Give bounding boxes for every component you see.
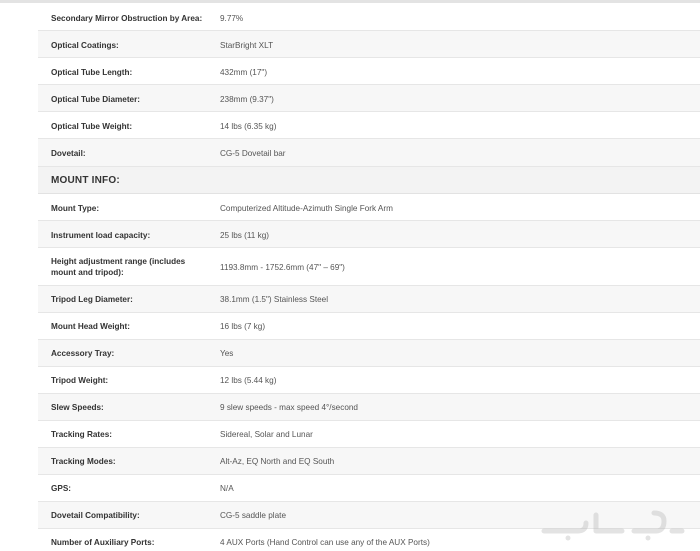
spec-row: Instrument load capacity: 25 lbs (11 kg) <box>38 221 700 248</box>
spec-label: Mount Head Weight: <box>51 322 130 331</box>
spec-row: Slew Speeds: 9 slew speeds - max speed 4… <box>38 394 700 421</box>
spec-row: Secondary Mirror Obstruction by Area: 9.… <box>38 3 700 31</box>
section-title: MOUNT INFO: <box>51 175 120 186</box>
haraj-watermark-logo <box>541 510 685 541</box>
spec-value: 238mm (9.37") <box>220 95 274 104</box>
spec-value: 25 lbs (11 kg) <box>220 231 269 240</box>
spec-label: Secondary Mirror Obstruction by Area: <box>51 14 203 23</box>
spec-row: Optical Tube Length: 432mm (17") <box>38 58 700 85</box>
spec-table-page: Secondary Mirror Obstruction by Area: 9.… <box>0 0 700 551</box>
spec-row: GPS: N/A <box>38 475 700 502</box>
spec-value: 1193.8mm - 1752.6mm (47" – 69") <box>220 263 345 272</box>
spec-value: 4 AUX Ports (Hand Control can use any of… <box>220 538 430 547</box>
spec-label: Mount Type: <box>51 204 100 213</box>
spec-value: Sidereal, Solar and Lunar <box>220 430 313 439</box>
spec-row: Mount Type: Computerized Altitude-Azimut… <box>38 194 700 221</box>
spec-label: Tripod Leg Diameter: <box>51 295 133 304</box>
section-header-mount-info: MOUNT INFO: <box>38 167 700 194</box>
spec-value: 9.77% <box>220 14 244 23</box>
spec-value: 16 lbs (7 kg) <box>220 322 266 331</box>
spec-label: Slew Speeds: <box>51 403 104 412</box>
spec-row: Tripod Leg Diameter: 38.1mm (1.5") Stain… <box>38 286 700 313</box>
spec-value: 432mm (17") <box>220 68 268 77</box>
spec-value: Computerized Altitude-Azimuth Single For… <box>220 204 393 213</box>
spec-row: Accessory Tray: Yes <box>38 340 700 367</box>
spec-label: Optical Tube Length: <box>51 68 133 77</box>
spec-row: Height adjustment range (includes mount … <box>38 248 700 286</box>
spec-row: Optical Coatings: StarBright XLT <box>38 31 700 58</box>
spec-label: Tracking Rates: <box>51 430 112 439</box>
spec-label: Optical Tube Diameter: <box>51 95 141 104</box>
spec-label: Dovetail Compatibility: <box>51 511 140 520</box>
spec-value: Alt-Az, EQ North and EQ South <box>220 457 335 466</box>
spec-row: Tripod Weight: 12 lbs (5.44 kg) <box>38 367 700 394</box>
spec-row: Tracking Modes: Alt-Az, EQ North and EQ … <box>38 448 700 475</box>
spec-label: Tripod Weight: <box>51 376 109 385</box>
spec-label: Optical Tube Weight: <box>51 122 133 131</box>
spec-row: Tracking Rates: Sidereal, Solar and Luna… <box>38 421 700 448</box>
spec-label: GPS: <box>51 484 72 493</box>
spec-row: Optical Tube Diameter: 238mm (9.37") <box>38 85 700 112</box>
spec-value: Yes <box>220 349 234 358</box>
spec-value: N/A <box>220 484 234 493</box>
spec-value: 9 slew speeds - max speed 4°/second <box>220 403 358 412</box>
spec-label: Tracking Modes: <box>51 457 116 466</box>
spec-value: CG-5 saddle plate <box>220 511 286 520</box>
spec-value: 38.1mm (1.5") Stainless Steel <box>220 295 329 304</box>
spec-row: Mount Head Weight: 16 lbs (7 kg) <box>38 313 700 340</box>
spec-value: 12 lbs (5.44 kg) <box>220 376 277 385</box>
spec-value: CG-5 Dovetail bar <box>220 149 286 158</box>
spec-row: Dovetail: CG-5 Dovetail bar <box>38 139 700 167</box>
spec-label: Optical Coatings: <box>51 41 119 50</box>
spec-label: Height adjustment range (includes mount … <box>51 257 186 277</box>
spec-value: StarBright XLT <box>220 41 274 50</box>
spec-label: Accessory Tray: <box>51 349 115 358</box>
spec-label: Dovetail: <box>51 149 86 158</box>
spec-label: Instrument load capacity: <box>51 231 151 240</box>
spec-label: Number of Auxiliary Ports: <box>51 538 155 547</box>
spec-value: 14 lbs (6.35 kg) <box>220 122 277 131</box>
spec-row: Optical Tube Weight: 14 lbs (6.35 kg) <box>38 112 700 139</box>
